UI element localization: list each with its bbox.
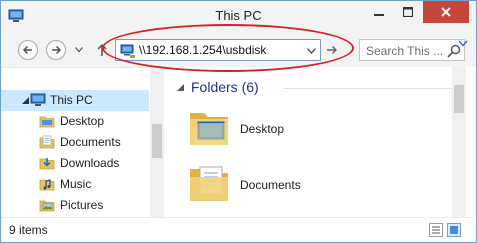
folder-tile-documents[interactable]: Documents	[186, 161, 386, 211]
group-divider	[283, 88, 455, 89]
nav-item-documents[interactable]: Documents	[1, 132, 149, 153]
minimize-icon	[374, 14, 384, 16]
forward-button[interactable]	[46, 40, 66, 60]
explorer-window: This PC \\192.168.1.254\usbdisk Search T…	[0, 0, 477, 243]
arrow-right-icon	[52, 45, 62, 55]
nav-item-label: Desktop	[60, 114, 105, 128]
computer-icon	[30, 93, 46, 106]
address-highlight-annotation	[102, 24, 354, 72]
documents-folder-icon	[190, 166, 228, 201]
nav-item-label: Documents	[60, 135, 121, 149]
folder-tile-label: Documents	[240, 178, 301, 192]
chevron-down-icon	[458, 40, 468, 47]
content-pane-scrollbar[interactable]	[452, 67, 466, 217]
item-count: 9 items	[9, 223, 48, 237]
search-placeholder[interactable]: Search This ...	[366, 44, 443, 58]
search-box[interactable]: Search This ...	[359, 39, 465, 61]
nav-item-pictures[interactable]: Pictures	[1, 195, 149, 216]
maximize-icon	[403, 7, 413, 17]
chevron-down-icon	[75, 47, 83, 53]
scrollbar-thumb[interactable]	[152, 124, 162, 158]
folders-group-title: Folders (6)	[191, 79, 259, 95]
nav-item-label: Downloads	[60, 156, 120, 170]
recent-locations-dropdown[interactable]	[73, 44, 85, 56]
expand-ribbon-button[interactable]	[454, 34, 472, 52]
nav-item-music[interactable]: Music	[1, 174, 149, 195]
close-icon	[441, 7, 451, 17]
nav-item-label: This PC	[50, 93, 93, 107]
folder-icon	[39, 116, 55, 128]
status-bar: 9 items	[1, 217, 476, 242]
maximize-button[interactable]	[394, 1, 422, 23]
folder-tile-desktop[interactable]: Desktop	[186, 105, 386, 155]
navigation-pane-scrollbar[interactable]	[150, 68, 164, 218]
folders-group-header[interactable]: Folders (6)	[175, 78, 455, 98]
navigation-pane: This PC Desktop Documents Downloads Musi…	[1, 67, 164, 218]
details-view-icon[interactable]	[429, 223, 443, 237]
close-button[interactable]	[423, 1, 469, 23]
chevron-down-icon[interactable]	[175, 82, 185, 92]
downloads-folder-icon	[39, 158, 55, 170]
nav-item-desktop[interactable]: Desktop	[1, 111, 149, 132]
back-button[interactable]	[18, 40, 38, 60]
content-pane: Folders (6) Desktop Documents	[164, 67, 476, 217]
minimize-button[interactable]	[365, 1, 393, 23]
nav-item-label: Music	[60, 177, 92, 191]
nav-item-downloads[interactable]: Downloads	[1, 153, 149, 174]
nav-item-this-pc[interactable]: This PC	[1, 90, 149, 111]
music-folder-icon	[39, 179, 55, 191]
documents-folder-icon	[39, 135, 55, 149]
pictures-folder-icon	[39, 200, 55, 212]
folder-tile-label: Desktop	[240, 122, 285, 136]
chevron-down-icon[interactable]	[20, 95, 30, 105]
arrow-left-icon	[22, 45, 32, 55]
desktop-folder-icon	[190, 113, 228, 145]
nav-item-label: Pictures	[60, 198, 104, 212]
scrollbar-thumb[interactable]	[454, 85, 464, 113]
large-icons-view-icon[interactable]	[447, 223, 461, 237]
